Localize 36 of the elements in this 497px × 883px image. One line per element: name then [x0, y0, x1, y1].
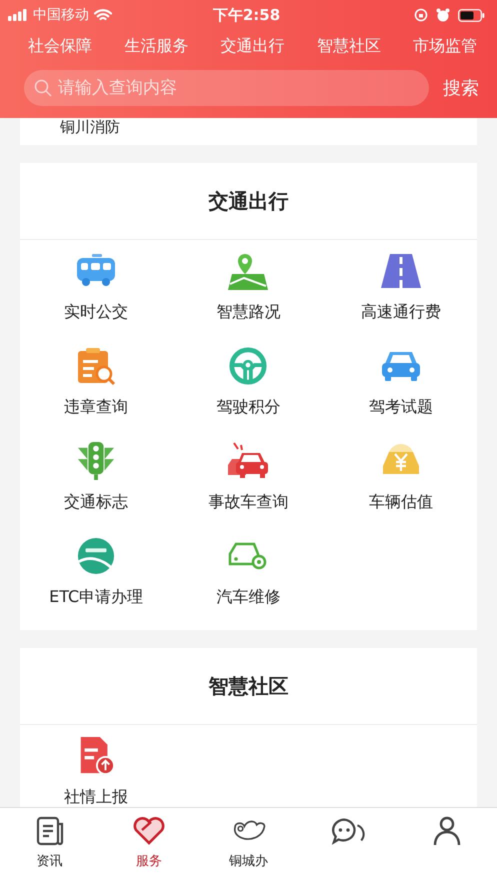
road-icon[interactable]: [380, 252, 421, 290]
clock-time: 下午2:58: [212, 6, 280, 24]
tab-item[interactable]: 铜城办: [198, 808, 298, 883]
tab-item[interactable]: 资讯: [0, 808, 100, 883]
service-label[interactable]: 汽车维修: [216, 587, 280, 608]
service-label[interactable]: 铜川消防: [60, 118, 120, 136]
heart-icon: [132, 816, 166, 846]
battery-icon: [458, 8, 485, 22]
carrier-name: 中国移动: [33, 6, 89, 24]
search-button[interactable]: 搜索: [443, 76, 479, 100]
map-pin-icon[interactable]: [228, 252, 268, 290]
service-label[interactable]: 车辆估值: [368, 492, 433, 513]
service-label[interactable]: 智慧路况: [216, 302, 280, 323]
chat-bubble-icon: [330, 816, 365, 846]
rotation-lock-icon: [414, 8, 428, 22]
car-crash-icon[interactable]: [228, 442, 268, 480]
toll-badge-icon[interactable]: [76, 537, 116, 575]
category-tab[interactable]: 市场监管: [413, 36, 477, 56]
service-label[interactable]: 驾考试题: [368, 397, 433, 418]
service-label[interactable]: 驾驶积分: [216, 397, 280, 418]
clipboard-search-icon[interactable]: [76, 347, 116, 385]
service-label[interactable]: 实时公交: [64, 302, 128, 323]
wifi-icon: [94, 8, 112, 22]
section-title: 交通出行: [20, 163, 477, 240]
signal-icon: [8, 9, 28, 21]
steering-wheel-icon[interactable]: [228, 347, 268, 385]
service-label[interactable]: 事故车查询: [208, 492, 288, 513]
service-label[interactable]: 社情上报: [64, 787, 128, 807]
section-title: 智慧社区: [20, 648, 477, 725]
service-label[interactable]: 高速通行费: [360, 302, 441, 323]
service-label[interactable]: ETC申请办理: [49, 587, 144, 608]
service-label[interactable]: 违章查询: [64, 397, 128, 418]
tab-item[interactable]: 服务: [99, 808, 199, 883]
service-label[interactable]: 交通标志: [64, 492, 128, 513]
traffic-light-icon[interactable]: [76, 442, 116, 480]
search-icon: [34, 79, 52, 97]
